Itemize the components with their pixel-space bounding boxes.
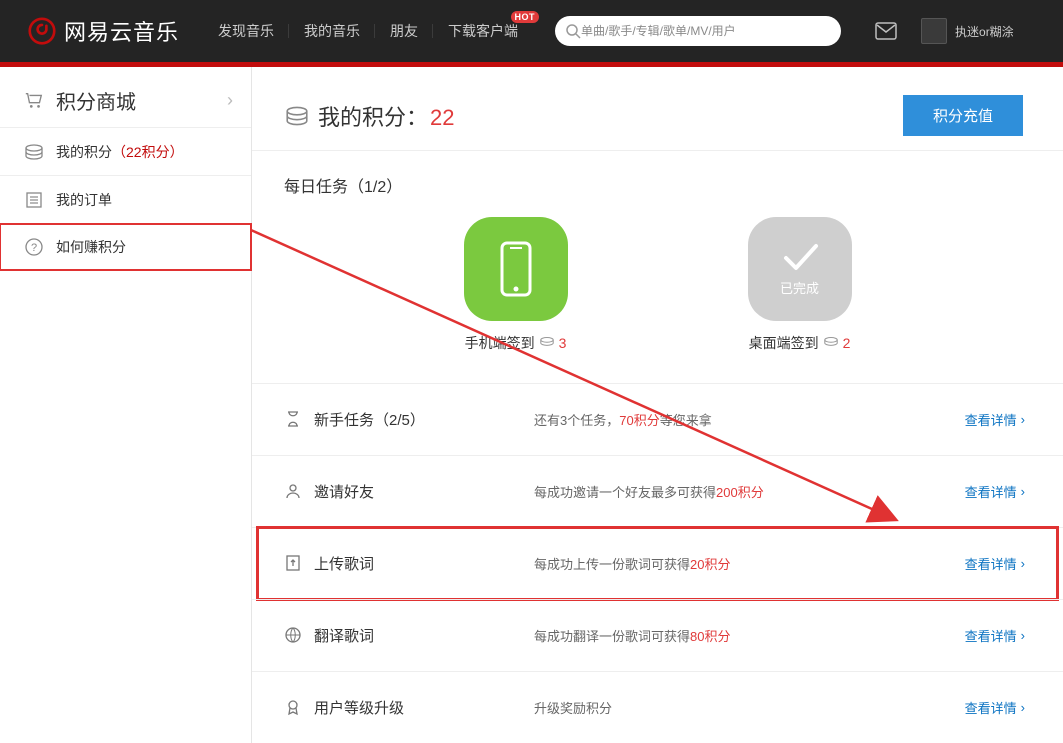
sidebar: 积分商城 › 我的积分 （22积分） 我的订单 ? 如何赚积分 (0, 67, 252, 743)
chevron-right-icon: › (1021, 556, 1025, 571)
task-row-upload-lyrics: 上传歌词 每成功上传一份歌词可获得20积分 查看详情› (252, 527, 1063, 599)
search-input[interactable] (581, 24, 831, 38)
sidebar-item-orders[interactable]: 我的订单 (0, 175, 251, 223)
phone-icon (464, 217, 568, 321)
card-desktop-label: 桌面端签到 2 (749, 333, 851, 353)
badge-icon (284, 698, 304, 718)
upload-icon (284, 554, 304, 574)
search-icon (565, 23, 581, 39)
view-detail-link[interactable]: 查看详情› (965, 626, 1025, 645)
svg-text:?: ? (31, 242, 37, 254)
nav-links: 发现音乐 我的音乐 朋友 下载客户端 HOT (203, 21, 533, 41)
card-desktop-signin: 已完成 桌面端签到 2 (748, 217, 852, 353)
hot-badge: HOT (511, 11, 540, 23)
sidebar-title[interactable]: 积分商城 › (0, 73, 251, 127)
chevron-right-icon: › (1021, 412, 1025, 427)
task-row-level-up: 用户等级升级 升级奖励积分 查看详情› (252, 671, 1063, 743)
page-body: 积分商城 › 我的积分 （22积分） 我的订单 ? 如何赚积分 (0, 67, 1063, 743)
brand-logo[interactable]: 网易云音乐 (28, 15, 179, 47)
check-icon: 已完成 (748, 217, 852, 321)
daily-tasks-title: 每日任务（1/2） (252, 151, 1063, 217)
view-detail-link[interactable]: 查看详情› (965, 698, 1025, 717)
sidebar-item-my-points[interactable]: 我的积分 （22积分） (0, 127, 251, 175)
nav-friends[interactable]: 朋友 (375, 21, 433, 41)
hourglass-icon (284, 410, 304, 430)
search-box[interactable] (555, 16, 841, 46)
view-detail-link[interactable]: 查看详情› (965, 482, 1025, 501)
mail-icon[interactable] (875, 22, 897, 40)
cart-icon (24, 90, 44, 110)
sidebar-item-how-earn[interactable]: ? 如何赚积分 (0, 223, 251, 271)
person-icon (284, 482, 304, 502)
daily-cards: 手机端签到 3 已完成 桌面端签到 2 (252, 217, 1063, 383)
chevron-right-icon: › (1021, 700, 1025, 715)
coins-icon (284, 105, 318, 127)
list-icon (24, 190, 44, 210)
main-content: 我的积分：22 积分充值 每日任务（1/2） 手机端签到 3 已完成 (252, 67, 1063, 743)
task-row-translate-lyrics: 翻译歌词 每成功翻译一份歌词可获得80积分 查看详情› (252, 599, 1063, 671)
card-mobile-signin[interactable]: 手机端签到 3 (464, 217, 568, 353)
recharge-button[interactable]: 积分充值 (903, 95, 1023, 136)
header-bar: 网易云音乐 发现音乐 我的音乐 朋友 下载客户端 HOT 执迷or糊涂 (0, 0, 1063, 62)
globe-icon (284, 626, 304, 646)
view-detail-link[interactable]: 查看详情› (965, 410, 1025, 429)
task-row-invite: 邀请好友 每成功邀请一个好友最多可获得200积分 查看详情› (252, 455, 1063, 527)
avatar (921, 18, 947, 44)
points-title: 我的积分：22 (318, 100, 455, 132)
nav-my-music[interactable]: 我的音乐 (289, 21, 375, 41)
points-header: 我的积分：22 积分充值 (252, 95, 1063, 151)
nav-discover[interactable]: 发现音乐 (203, 21, 289, 41)
view-detail-link[interactable]: 查看详情› (965, 554, 1025, 573)
brand-text: 网易云音乐 (64, 15, 179, 47)
coins-icon (24, 142, 44, 162)
username: 执迷or糊涂 (955, 23, 1014, 40)
logo-icon (28, 17, 56, 45)
card-mobile-label: 手机端签到 3 (465, 333, 567, 353)
task-row-newbie: 新手任务（2/5） 还有3个任务，70积分等您来拿 查看详情› (252, 383, 1063, 455)
chevron-right-icon: › (1021, 484, 1025, 499)
nav-download[interactable]: 下载客户端 HOT (433, 21, 533, 41)
user-menu[interactable]: 执迷or糊涂 (921, 18, 1014, 44)
chevron-right-icon: › (227, 90, 233, 111)
help-icon: ? (24, 237, 44, 257)
chevron-right-icon: › (1021, 628, 1025, 643)
